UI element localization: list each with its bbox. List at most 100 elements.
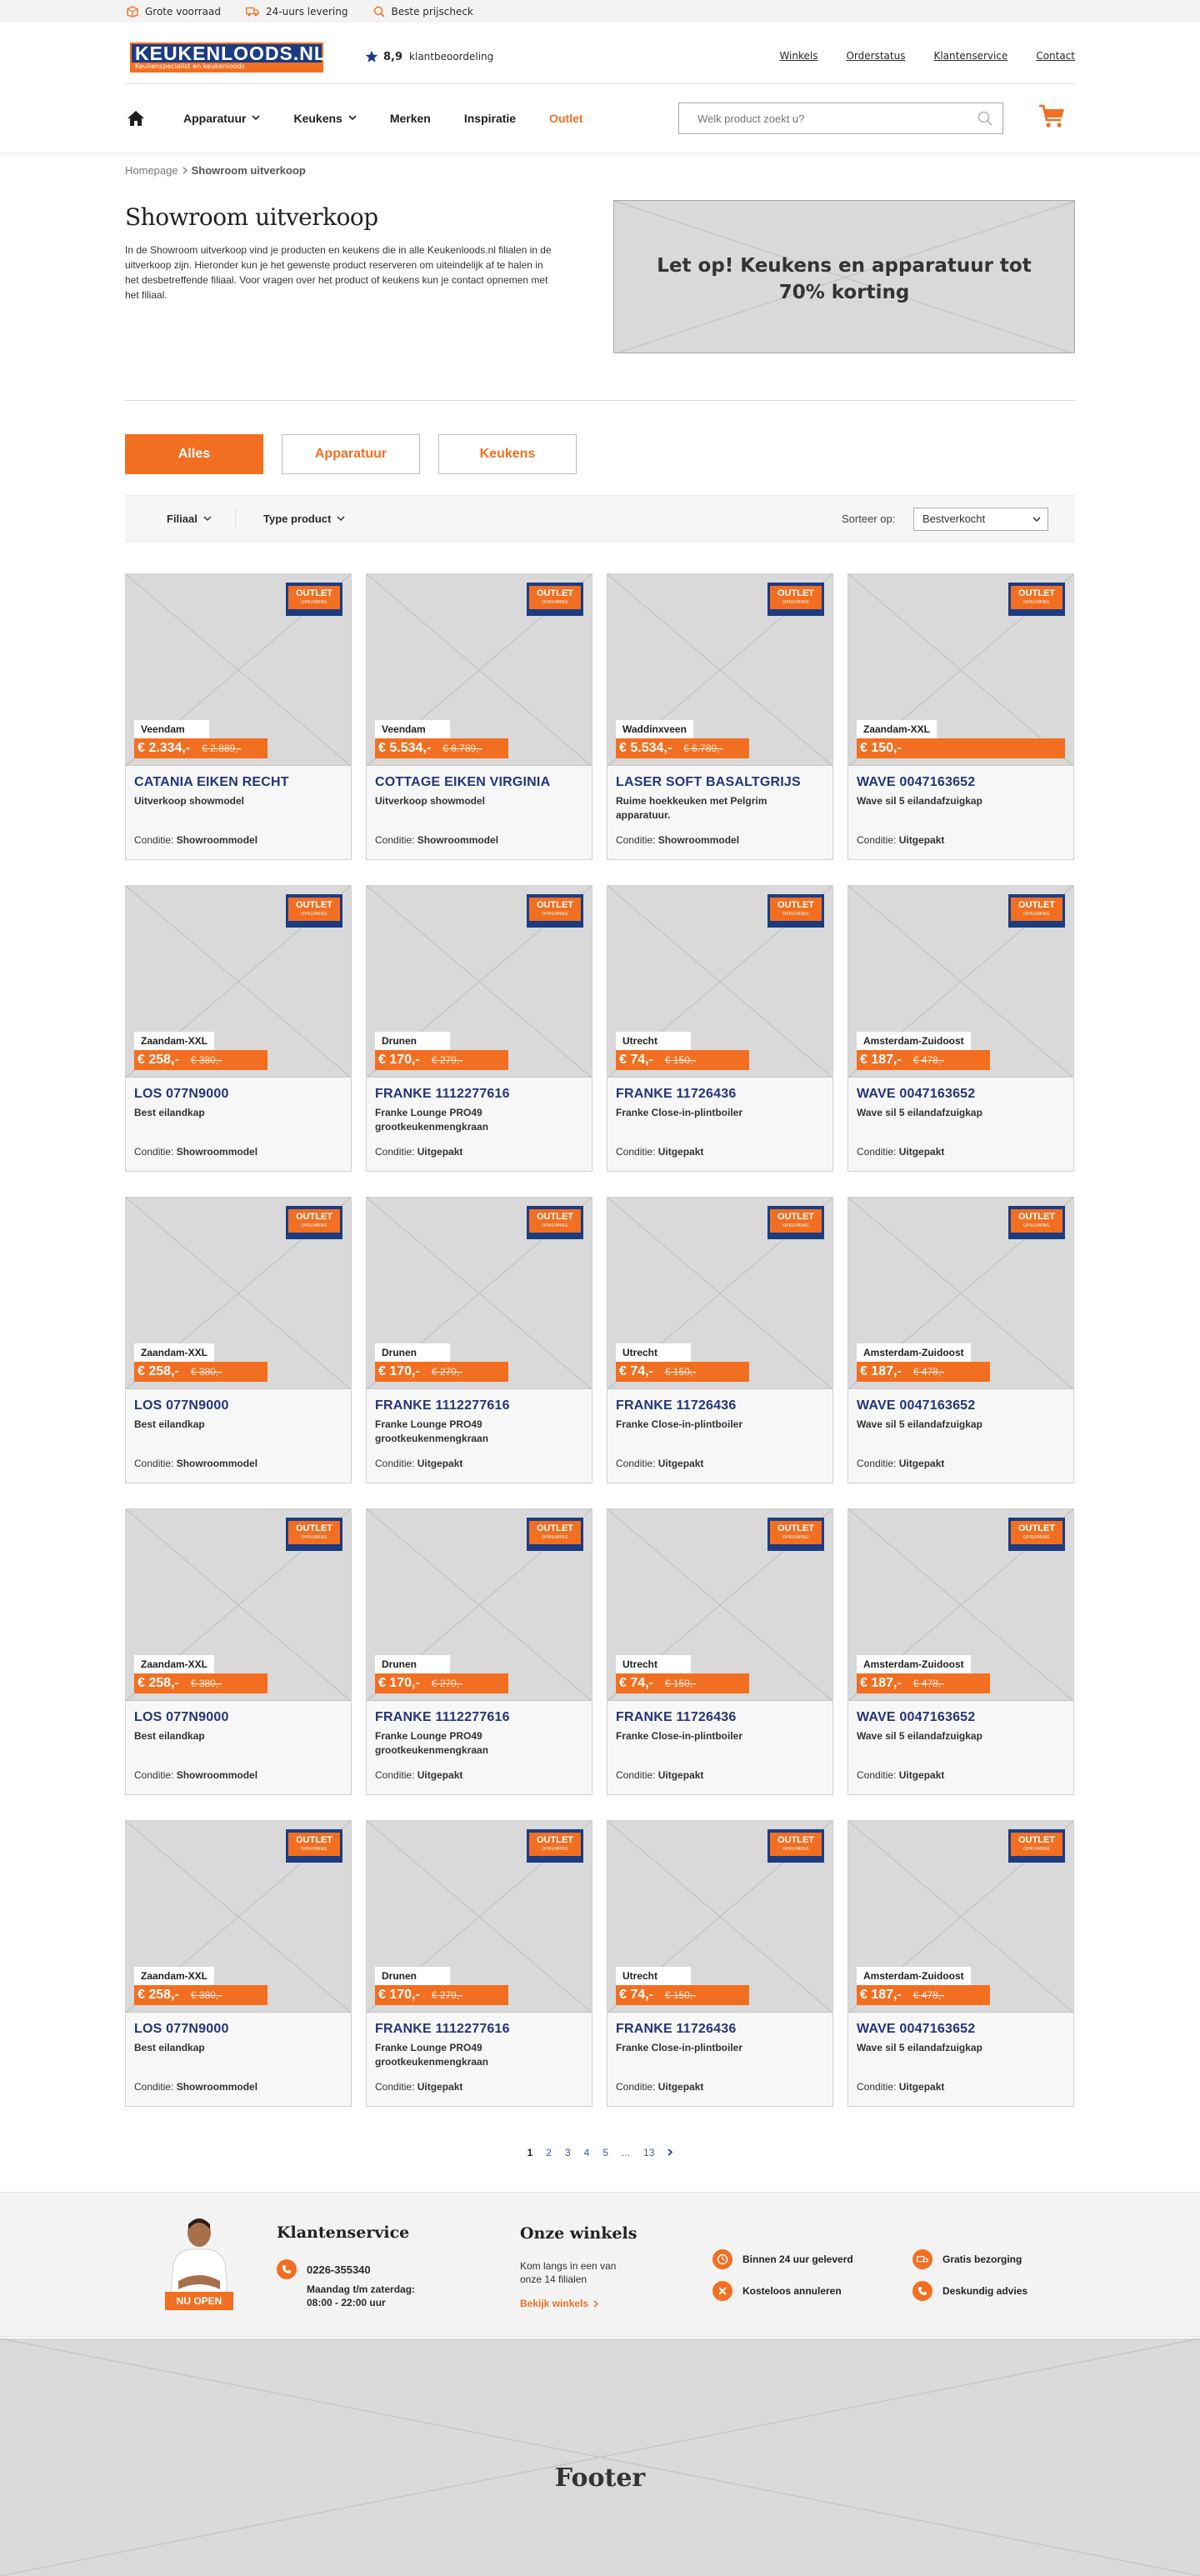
product-title[interactable]: WAVE 0047163652 [857,1398,1065,1413]
product-card[interactable]: OUTLET OPRUIMING Amsterdam-Zuidoost € 187,-… [848,1197,1074,1483]
product-card[interactable]: OUTLET OPRUIMING Veendam € 5.534,- € 6.789,-… [366,573,592,860]
product-card[interactable]: OUTLET OPRUIMING Zaandam-XXL € 258,- € 380,-… [125,1197,352,1483]
product-card[interactable]: OUTLET OPRUIMING Amsterdam-Zuidoost € 187,-… [848,1508,1074,1795]
product-title[interactable]: FRANKE 11726436 [616,1087,824,1102]
product-title[interactable]: CATANIA EIKEN RECHT [134,775,342,790]
product-image[interactable]: OUTLET OPRUIMING Drunen € 170,- € 279,- [367,886,592,1078]
product-card[interactable]: OUTLET OPRUIMING Amsterdam-Zuidoost € 187,-… [848,1820,1074,2107]
store-location: Drunen [375,1655,450,1673]
product-image[interactable]: OUTLET OPRUIMING Waddinxveen € 5.534,- € 6.7… [608,574,832,766]
product-image[interactable]: OUTLET OPRUIMING Utrecht € 74,- € 150,- [608,1198,832,1389]
link-contact[interactable]: Contact [1036,50,1075,62]
pagination-page[interactable]: 2 [546,2147,552,2158]
product-title[interactable]: LASER SOFT BASALTGRIJS [616,775,824,790]
product-card[interactable]: OUTLET OPRUIMING Zaandam-XXL € 258,- € 380,-… [125,1820,352,2107]
product-title[interactable]: LOS 077N9000 [134,1398,342,1413]
filter-filiaal[interactable]: Filiaal [167,513,212,525]
product-image[interactable]: OUTLET OPRUIMING Amsterdam-Zuidoost € 187,-… [848,1509,1073,1701]
product-card[interactable]: OUTLET OPRUIMING Utrecht € 74,- € 150,- FRANK… [607,1820,833,2107]
product-title[interactable]: COTTAGE EIKEN VIRGINIA [375,775,583,790]
pagination-page[interactable]: 5 [602,2147,608,2158]
product-image[interactable]: OUTLET OPRUIMING Utrecht € 74,- € 150,- [608,1821,832,2013]
product-title[interactable]: WAVE 0047163652 [857,1087,1065,1102]
product-title[interactable]: LOS 077N9000 [134,1710,342,1725]
product-title[interactable]: LOS 077N9000 [134,2022,342,2037]
pagination-next-icon[interactable] [668,2147,673,2158]
product-image[interactable]: OUTLET OPRUIMING Zaandam-XXL € 258,- € 380,- [126,1821,351,2013]
product-title[interactable]: FRANKE 1112277616 [375,1710,583,1725]
search-input[interactable] [679,103,954,133]
product-title[interactable]: WAVE 0047163652 [857,775,1065,790]
pagination-page[interactable]: 3 [565,2147,571,2158]
product-card[interactable]: OUTLET OPRUIMING Zaandam-XXL € 258,- € 380,-… [125,885,352,1172]
promo-banner[interactable]: Let op! Keukens en apparatuur tot 70% ko… [613,200,1075,353]
nav-item-keukens[interactable]: Keukens [293,112,357,125]
product-title[interactable]: WAVE 0047163652 [857,1710,1065,1725]
link-orderstatus[interactable]: Orderstatus [846,50,905,62]
search-icon[interactable] [978,111,992,126]
tab-apparatuur[interactable]: Apparatuur [282,434,420,474]
product-image[interactable]: OUTLET OPRUIMING Veendam € 5.534,- € 6.789,- [367,574,592,766]
nav-item-outlet[interactable]: Outlet [549,112,582,125]
product-title[interactable]: FRANKE 11726436 [616,1710,824,1725]
product-card[interactable]: OUTLET OPRUIMING Amsterdam-Zuidoost € 187,-… [848,885,1074,1172]
price-bar: € 187,- € 478,- [857,1050,990,1070]
pagination-page[interactable]: 1 [528,2147,533,2158]
nav-item-inspiratie[interactable]: Inspiratie [464,112,516,125]
product-image[interactable]: OUTLET OPRUIMING Veendam € 2.334,- € 2.889,- [126,574,351,766]
product-card[interactable]: OUTLET OPRUIMING Waddinxveen € 5.534,- € 6.7… [607,573,833,860]
product-title[interactable]: WAVE 0047163652 [857,2022,1065,2037]
product-card[interactable]: OUTLET OPRUIMING Utrecht € 74,- € 150,- FRANK… [607,1197,833,1483]
breadcrumb-home[interactable]: Homepage [125,164,178,177]
customer-rating[interactable]: 8,9 klantbeoordeling [365,50,493,63]
product-card[interactable]: OUTLET OPRUIMING Zaandam-XXL € 258,- € 380,-… [125,1508,352,1795]
logo[interactable]: KEUKENLOODS.NL Keukenspecialist en keuke… [130,43,326,73]
condition-label: Conditie: [857,1146,897,1158]
pagination-page[interactable]: 4 [584,2147,590,2158]
product-card[interactable]: OUTLET OPRUIMING Utrecht € 74,- € 150,- FRANK… [607,885,833,1172]
product-card[interactable]: OUTLET OPRUIMING Drunen € 170,- € 279,- FRANK… [366,1820,592,2107]
nav-item-merken[interactable]: Merken [390,112,431,125]
pagination-page[interactable]: 13 [643,2147,654,2158]
tab-alles[interactable]: Alles [125,434,263,474]
sort-select[interactable]: Bestverkocht [913,508,1048,531]
product-title[interactable]: FRANKE 11726436 [616,1398,824,1413]
product-card[interactable]: OUTLET OPRUIMING Drunen € 170,- € 279,- FRANK… [366,885,592,1172]
product-image[interactable]: OUTLET OPRUIMING Utrecht € 74,- € 150,- [608,886,832,1078]
product-card[interactable]: OUTLET OPRUIMING Drunen € 170,- € 279,- FRANK… [366,1508,592,1795]
clock-24-icon [712,2249,732,2269]
product-card[interactable]: OUTLET OPRUIMING Veendam € 2.334,- € 2.889,-… [125,573,352,860]
product-title[interactable]: FRANKE 11726436 [616,2022,824,2037]
link-klantenservice[interactable]: Klantenservice [933,50,1008,62]
home-icon[interactable] [127,110,145,127]
filter-type-product[interactable]: Type product [263,513,345,525]
product-image[interactable]: OUTLET OPRUIMING Zaandam-XXL € 258,- € 380,- [126,886,351,1078]
product-card[interactable]: OUTLET OPRUIMING Zaandam-XXL € 150,- WAVE 00… [848,573,1074,860]
product-image[interactable]: OUTLET OPRUIMING Zaandam-XXL € 258,- € 380,- [126,1198,351,1389]
product-image[interactable]: OUTLET OPRUIMING Amsterdam-Zuidoost € 187,-… [848,886,1073,1078]
cart-icon[interactable] [1038,104,1065,133]
product-image[interactable]: OUTLET OPRUIMING Zaandam-XXL € 258,- € 380,- [126,1509,351,1701]
link-winkels[interactable]: Winkels [779,50,818,62]
product-image[interactable]: OUTLET OPRUIMING Utrecht € 74,- € 150,- [608,1509,832,1701]
product-image[interactable]: OUTLET OPRUIMING Zaandam-XXL € 150,- [848,574,1073,766]
view-stores-link[interactable]: Bekijk winkels [520,2298,599,2309]
outlet-badge: OUTLET OPRUIMING [286,1518,342,1551]
product-title[interactable]: LOS 077N9000 [134,1087,342,1102]
product-image[interactable]: OUTLET OPRUIMING Drunen € 170,- € 279,- [367,1198,592,1389]
price: € 187,- [860,1988,902,2002]
product-image[interactable]: OUTLET OPRUIMING Drunen € 170,- € 279,- [367,1509,592,1701]
product-title[interactable]: FRANKE 1112277616 [375,1087,583,1102]
nav-item-apparatuur[interactable]: Apparatuur [183,112,261,125]
product-card[interactable]: OUTLET OPRUIMING Utrecht € 74,- € 150,- FRANK… [607,1508,833,1795]
product-title[interactable]: FRANKE 1112277616 [375,2022,583,2037]
phone-number[interactable]: 0226-355340 [277,2259,371,2279]
search-check-icon [373,6,385,18]
product-image[interactable]: OUTLET OPRUIMING Amsterdam-Zuidoost € 187,-… [848,1198,1073,1389]
product-image[interactable]: OUTLET OPRUIMING Drunen € 170,- € 279,- [367,1821,592,2013]
product-card[interactable]: OUTLET OPRUIMING Drunen € 170,- € 279,- FRANK… [366,1197,592,1483]
outlet-badge: OUTLET OPRUIMING [527,583,583,616]
tab-keukens[interactable]: Keukens [438,434,577,474]
product-title[interactable]: FRANKE 1112277616 [375,1398,583,1413]
product-image[interactable]: OUTLET OPRUIMING Amsterdam-Zuidoost € 187,-… [848,1821,1073,2013]
